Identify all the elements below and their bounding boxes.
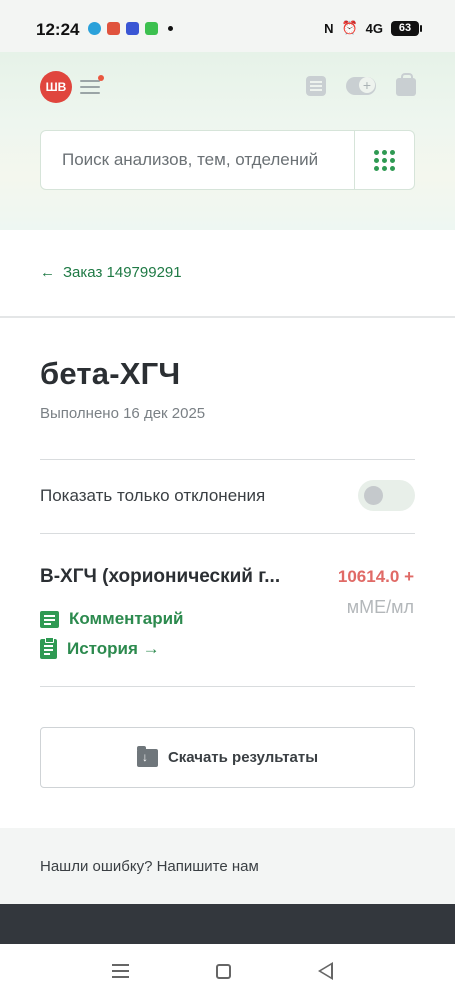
back-button[interactable] (318, 962, 333, 980)
deviations-toggle-label: Показать только отклонения (40, 486, 266, 505)
comment-icon (40, 610, 59, 628)
system-nav-bar (0, 944, 455, 1000)
notification-dot (98, 75, 104, 81)
status-icons: N ⏰ 4G 63 (324, 20, 422, 36)
divider (40, 686, 415, 687)
toggle-add-icon[interactable] (346, 77, 376, 95)
completed-date: Выполнено 16 дек 2025 (40, 405, 206, 422)
nfc-icon: N (324, 20, 334, 36)
back-to-order-link[interactable]: ← Заказ 149799291 (40, 264, 182, 281)
grid-icon (374, 150, 395, 171)
arrow-left-icon: ← (40, 264, 55, 281)
back-link-label: Заказ 149799291 (63, 264, 182, 281)
status-time: 12:24 (36, 20, 80, 39)
footer (0, 904, 455, 944)
folder-download-icon (136, 745, 158, 767)
page-title: бета-ХГЧ (40, 356, 181, 391)
search-box (40, 130, 415, 190)
comment-label: Комментарий (69, 609, 184, 628)
divider (0, 316, 455, 318)
home-button[interactable] (216, 964, 231, 979)
clipboard-icon (40, 637, 57, 659)
catalog-button[interactable] (354, 131, 414, 189)
alarm-icon: ⏰ (341, 20, 358, 35)
history-label: История → (67, 639, 160, 658)
divider (40, 459, 415, 460)
result-unit: мМЕ/мл (346, 597, 414, 617)
list-icon[interactable] (306, 76, 326, 96)
feedback-section: Нашли ошибку? Напишите нам (0, 828, 455, 904)
result-value: 10614.0 + (337, 567, 414, 586)
recent-apps-button[interactable] (112, 964, 129, 978)
menu-icon[interactable] (80, 75, 104, 98)
signal-icon: 4G (365, 20, 383, 36)
download-results-button[interactable]: Скачать результаты (40, 727, 415, 788)
messages-icon (145, 22, 158, 35)
download-label: Скачать результаты (167, 749, 319, 766)
avatar[interactable]: ШВ (40, 71, 72, 103)
deviations-toggle[interactable] (358, 480, 415, 511)
app-icon (107, 22, 120, 35)
more-notifications-icon (168, 26, 173, 31)
bag-icon[interactable] (396, 73, 416, 96)
feedback-link[interactable]: Нашли ошибку? Напишите нам (40, 858, 259, 875)
result-name: B-ХГЧ (хорионический г... (40, 566, 281, 587)
app-icon (126, 22, 139, 35)
comment-link[interactable]: Комментарий (40, 609, 183, 629)
telegram-icon (88, 22, 101, 35)
divider (40, 533, 415, 534)
status-bar: 12:24 N ⏰ 4G 63 (0, 0, 455, 52)
search-input[interactable] (41, 131, 355, 189)
battery-icon: 63 (391, 20, 422, 36)
app-header: ШВ (0, 52, 455, 230)
history-link[interactable]: История → (40, 637, 160, 659)
notification-icons (88, 22, 173, 35)
